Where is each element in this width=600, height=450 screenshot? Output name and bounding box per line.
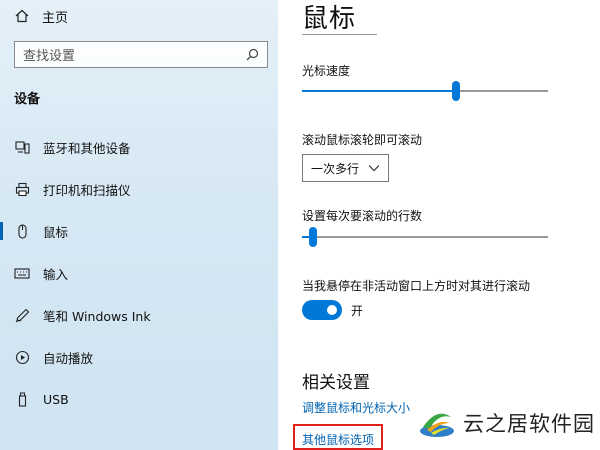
lines-per-scroll-slider[interactable] [302,226,548,248]
slider-track [460,90,548,92]
watermark: 云之居软件园 [417,400,597,446]
sidebar: 主页 查找设置 设备 蓝牙和其他设备 打印机和扫描仪 鼠标 输入 笔和 Wind… [0,0,278,450]
pen-icon [14,307,30,323]
sidebar-item-label: USB [43,391,69,407]
search-input[interactable]: 查找设置 [14,41,268,68]
slider-fill [302,90,452,92]
slider-thumb[interactable] [309,227,317,247]
sidebar-item-label: 自动播放 [43,350,94,366]
scroll-wheel-dropdown[interactable]: 一次多行 [302,154,389,182]
search-icon[interactable] [245,48,259,62]
inactive-scroll-toggle[interactable] [302,300,342,320]
watermark-logo-icon [420,413,454,437]
sidebar-item-pen[interactable]: 笔和 Windows Ink [0,300,278,330]
sidebar-item-label: 蓝牙和其他设备 [43,140,131,156]
scroll-wheel-label: 滚动鼠标滚轮即可滚动 [302,133,423,147]
sidebar-home-label: 主页 [42,10,69,26]
title-underline [302,34,377,35]
watermark-text: 云之居软件园 [463,412,595,436]
printer-icon [14,181,30,197]
dropdown-value: 一次多行 [311,161,360,176]
sidebar-item-label: 笔和 Windows Ink [43,308,151,324]
sidebar-home[interactable]: 主页 [14,6,68,26]
toggle-state-label: 开 [351,304,364,318]
related-settings-title: 相关设置 [302,373,370,393]
main-panel: 鼠标 光标速度 滚动鼠标滚轮即可滚动 一次多行 设置每次要滚动的行数 当我悬停在… [278,0,600,450]
sidebar-item-typing[interactable]: 输入 [0,258,278,288]
cursor-speed-label: 光标速度 [302,64,351,78]
slider-fill [302,236,309,238]
inactive-scroll-label: 当我悬停在非活动窗口上方时对其进行滚动 [302,279,531,293]
link-adjust-mouse-cursor-size[interactable]: 调整鼠标和光标大小 [302,399,410,416]
keyboard-icon [14,265,30,281]
section-title-devices: 设备 [14,92,41,107]
sidebar-item-label: 鼠标 [43,224,69,240]
slider-track [317,236,548,238]
slider-thumb[interactable] [452,81,460,101]
usb-icon [14,391,30,407]
sidebar-item-usb[interactable]: USB [0,384,278,414]
sidebar-item-label: 输入 [43,266,69,282]
mouse-icon [14,223,30,239]
lines-per-scroll-label: 设置每次要滚动的行数 [302,209,423,223]
highlight-box [293,424,383,450]
page-title: 鼠标 [302,4,357,34]
sidebar-item-autoplay[interactable]: 自动播放 [0,342,278,372]
sidebar-item-printers[interactable]: 打印机和扫描仪 [0,174,278,204]
sidebar-item-bluetooth[interactable]: 蓝牙和其他设备 [0,132,278,162]
chevron-down-icon [368,162,380,174]
search-placeholder: 查找设置 [23,49,76,64]
home-icon [14,8,30,24]
sidebar-item-label: 打印机和扫描仪 [43,182,131,198]
bluetooth-devices-icon [14,139,30,155]
sidebar-item-mouse[interactable]: 鼠标 [0,216,278,246]
toggle-knob [327,305,337,315]
autoplay-icon [14,349,30,365]
cursor-speed-slider[interactable] [302,80,548,102]
